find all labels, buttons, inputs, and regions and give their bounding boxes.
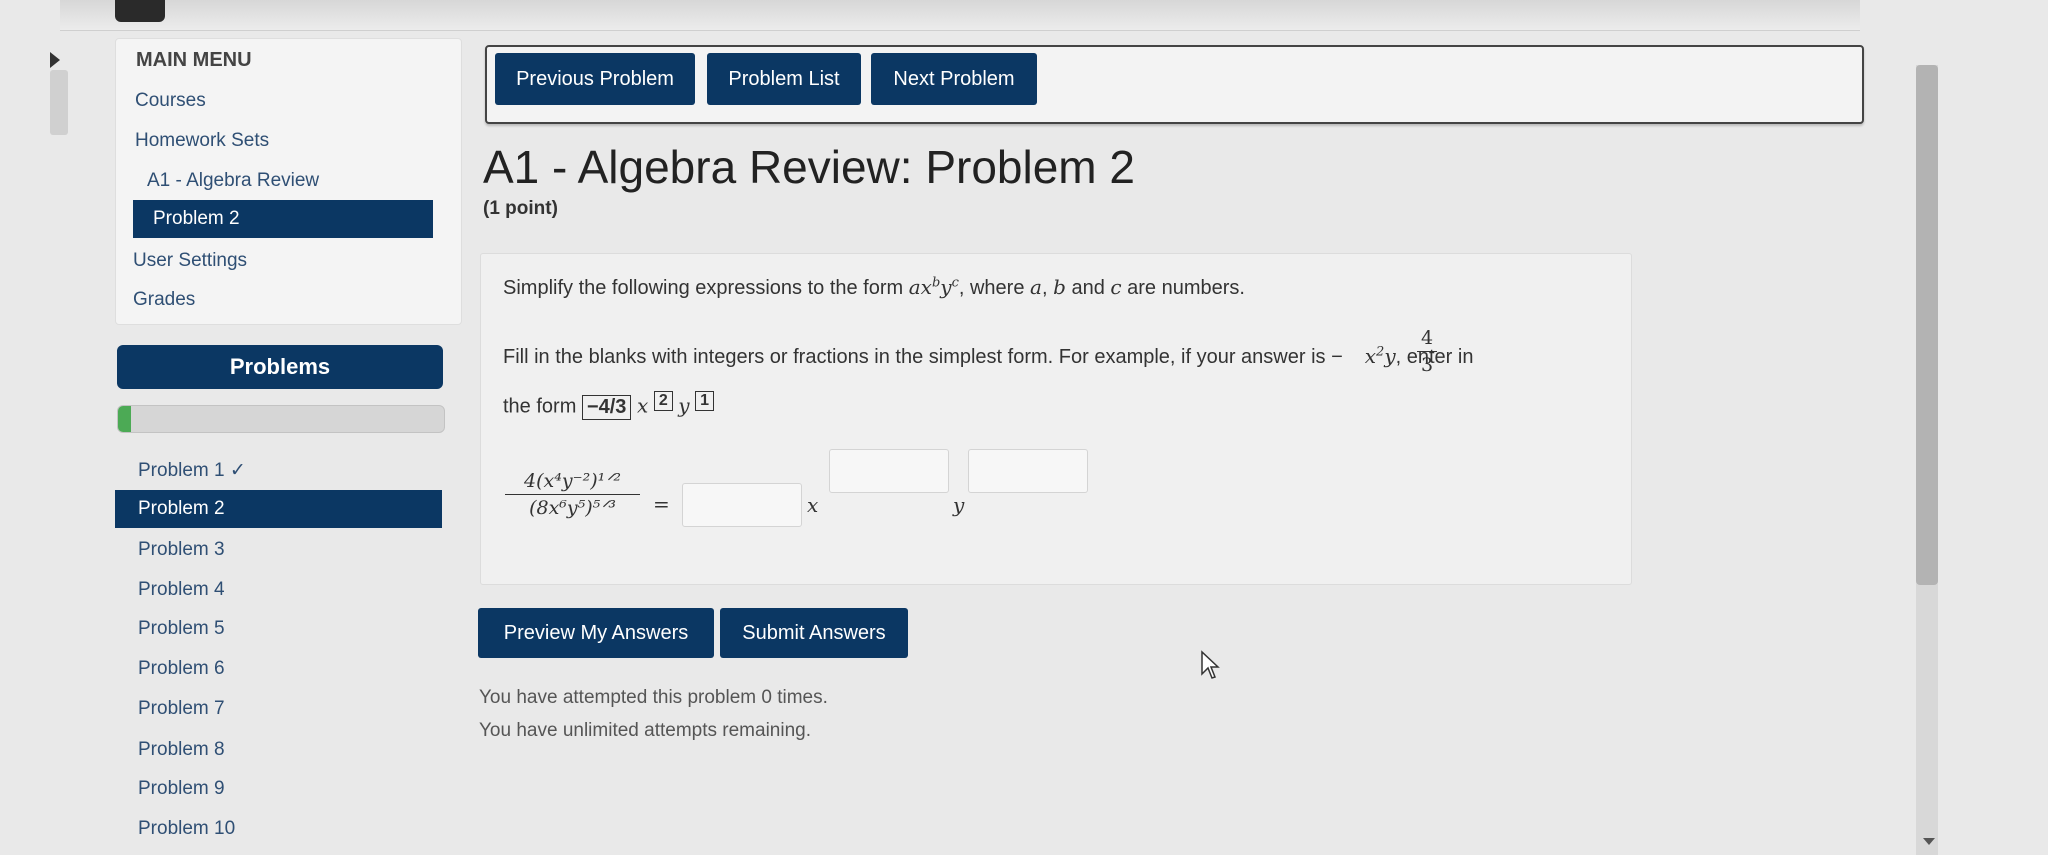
form-exp-c: c (951, 275, 959, 291)
expression-fraction: 4(x⁴y⁻²)¹ᐟ² (8x⁶y⁵)⁵ᐟ³ (505, 470, 640, 519)
user-settings-link[interactable]: User Settings (133, 250, 247, 272)
var-b: b (1053, 275, 1066, 299)
problem-link-5[interactable]: Problem 5 (138, 618, 225, 640)
example-x: x (1364, 344, 1377, 368)
expression-bar (505, 494, 640, 495)
example-denominator: 3 (1420, 354, 1434, 376)
example-box-x-exp: 2 (653, 391, 673, 411)
top-bar (60, 0, 1860, 31)
progress-fill (118, 406, 132, 432)
problem-link-9[interactable]: Problem 9 (138, 778, 225, 800)
example-y: y (1384, 344, 1396, 368)
instruction-line-2: Fill in the blanks with integers or frac… (503, 344, 1473, 369)
problem-list-button[interactable]: Problem List (707, 53, 861, 105)
homework-sets-link[interactable]: Homework Sets (135, 130, 269, 152)
form-text: the form (503, 395, 582, 418)
progress-bar (117, 405, 445, 433)
problem-link-4[interactable]: Problem 4 (138, 579, 225, 601)
previous-problem-button[interactable]: Previous Problem (495, 53, 695, 105)
example-text: Fill in the blanks with integers or frac… (503, 346, 1343, 368)
set-link[interactable]: A1 - Algebra Review (147, 170, 319, 192)
problem-link-1[interactable]: Problem 1 ✓ (138, 459, 246, 482)
instruction-line-1: Simplify the following expressions to th… (503, 275, 1245, 300)
top-tab[interactable] (115, 0, 165, 22)
var-c: c (1110, 275, 1122, 299)
main-menu-header: MAIN MENU (136, 49, 252, 71)
submit-answers-button[interactable]: Submit Answers (720, 608, 908, 658)
and-text: and (1065, 277, 1111, 299)
problem-link-10[interactable]: Problem 10 (138, 818, 235, 840)
courses-link[interactable]: Courses (135, 90, 206, 112)
example-numerator: 4 (1420, 327, 1434, 349)
problem-link-3[interactable]: Problem 3 (138, 539, 225, 561)
form-ax: ax (908, 275, 932, 299)
equals-sign: = (653, 492, 670, 516)
problem-nav: Previous Problem Problem List Next Probl… (485, 45, 1864, 124)
example-fraction: 4 3 (1417, 327, 1437, 376)
remaining-text: You have unlimited attempts remaining. (479, 720, 811, 741)
points-label: (1 point) (483, 198, 558, 219)
answer-x: x (807, 493, 819, 517)
instruction-text: Simplify the following expressions to th… (503, 277, 909, 299)
expression-numerator: 4(x⁴y⁻²)¹ᐟ² (524, 470, 621, 492)
var-a: a (1030, 275, 1042, 299)
instruction-end: are numbers. (1121, 277, 1245, 299)
problem-link-6[interactable]: Problem 6 (138, 658, 225, 680)
instruction-line-3: the form −4/3 x 2 y 1 (503, 390, 715, 420)
current-problem-link[interactable]: Problem 2 (133, 200, 433, 238)
problem-link-8[interactable]: Problem 8 (138, 739, 225, 761)
problem-link-2[interactable]: Problem 2 (115, 490, 442, 528)
grades-link[interactable]: Grades (133, 289, 195, 311)
problem-link-7[interactable]: Problem 7 (138, 698, 225, 720)
expression-denominator: (8x⁶y⁵)⁵ᐟ³ (529, 497, 616, 519)
example-box-y: y (678, 393, 690, 418)
instruction-where: , where (958, 277, 1031, 299)
expand-arrow-icon[interactable] (50, 52, 60, 68)
next-problem-button[interactable]: Next Problem (871, 53, 1037, 105)
y-exponent-input[interactable] (968, 449, 1088, 493)
example-box-y-exp: 1 (695, 391, 715, 411)
answer-y: y (953, 493, 965, 517)
mouse-pointer-icon (1201, 650, 1220, 679)
scroll-down-icon[interactable] (1923, 838, 1935, 845)
comma: , (1041, 277, 1054, 299)
attempts-text: You have attempted this problem 0 times. (479, 687, 828, 708)
coefficient-input[interactable] (682, 483, 802, 527)
x-exponent-input[interactable] (829, 449, 949, 493)
page-title: A1 - Algebra Review: Problem 2 (483, 141, 1135, 193)
form-y: y (940, 275, 952, 299)
left-scroll-handle[interactable] (50, 70, 68, 135)
problems-panel-header[interactable]: Problems (117, 345, 443, 389)
example-box-coefficient: −4/3 (581, 394, 632, 420)
preview-answers-button[interactable]: Preview My Answers (478, 608, 714, 658)
fraction-bar (1417, 351, 1437, 352)
example-box-x: x (636, 393, 649, 418)
scrollbar-thumb[interactable] (1916, 65, 1938, 585)
